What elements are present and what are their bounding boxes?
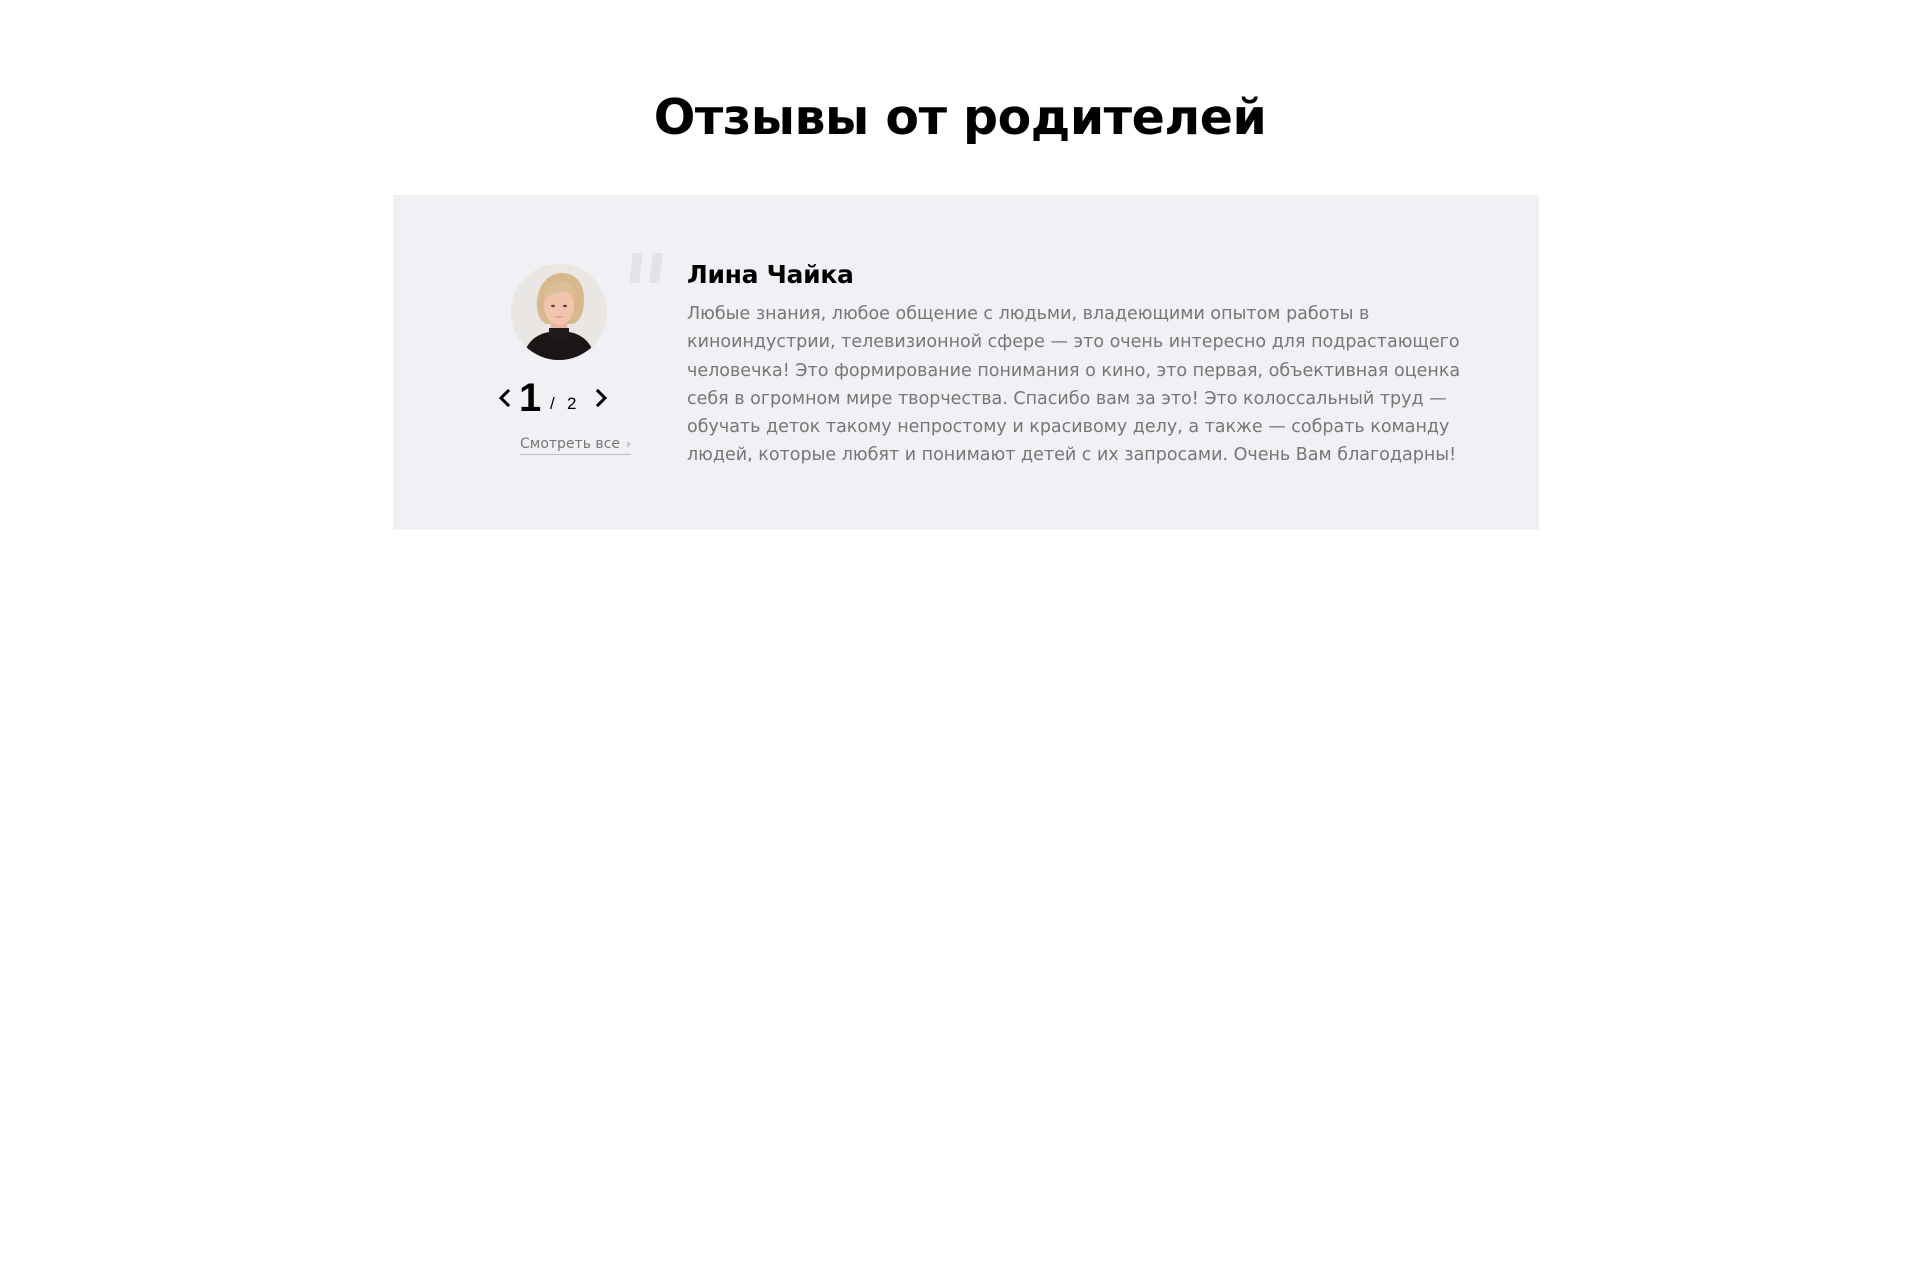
- review-text: Любые знания, любое общение с людьми, вл…: [687, 304, 1461, 466]
- avatar: [511, 264, 607, 360]
- pager-total-pages: 2: [567, 394, 577, 413]
- quote-icon: [627, 247, 677, 297]
- review-author-name: Лина Чайка: [687, 260, 854, 289]
- chevron-right-icon[interactable]: [589, 381, 613, 415]
- view-all-link[interactable]: Смотреть все ›: [520, 436, 631, 455]
- chevron-right-icon: ›: [625, 437, 631, 451]
- view-all-label: Смотреть все: [520, 436, 620, 452]
- pager-current-page: 1: [519, 376, 542, 420]
- reviews-slider: 1 / 2 Смотреть все › Лина Чайка Любые зна…: [393, 195, 1539, 530]
- review-pager: 1 / 2: [493, 375, 623, 425]
- section-title: Отзывы от родителей: [653, 89, 1267, 146]
- pager-separator: /: [550, 394, 555, 413]
- chevron-left-icon[interactable]: [493, 381, 517, 415]
